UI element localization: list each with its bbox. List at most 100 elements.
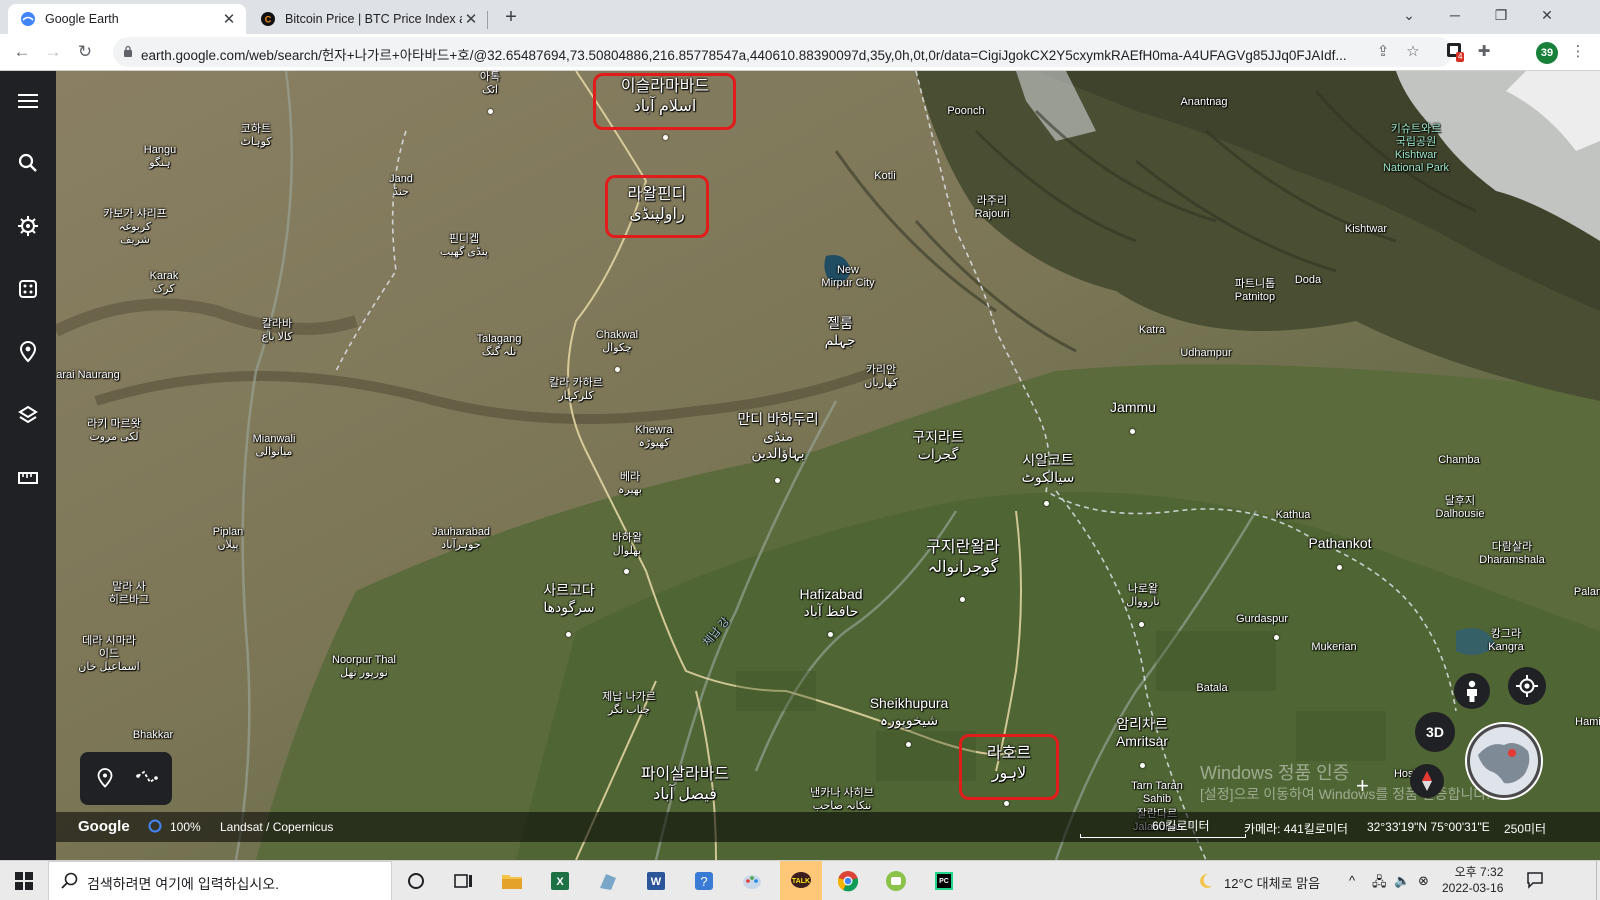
amritsar-city-dot[interactable] bbox=[1140, 763, 1145, 768]
measure-ruler-icon[interactable] bbox=[16, 466, 40, 490]
pycharm-icon[interactable]: PC bbox=[932, 869, 956, 893]
show-desktop-button[interactable] bbox=[1596, 861, 1600, 900]
task-view-icon[interactable] bbox=[452, 869, 476, 893]
extension-badge: 4 bbox=[1456, 52, 1465, 62]
puzzle-extensions-icon[interactable]: ✚ bbox=[1474, 42, 1494, 62]
ime-indicator-icon[interactable]: ⊗ bbox=[1418, 873, 1429, 889]
menu-kebab-icon[interactable]: ⋮ bbox=[1568, 42, 1588, 62]
url-text[interactable]: earth.google.com/web/search/헌자+나가르+아타바드+… bbox=[141, 44, 1351, 64]
file-explorer-icon[interactable] bbox=[500, 869, 524, 893]
map-style-layers-icon[interactable] bbox=[16, 403, 40, 427]
svg-text:TALK: TALK bbox=[792, 878, 810, 885]
satellite-imagery bbox=[56, 71, 1600, 860]
clock-date[interactable]: 2022-03-16 bbox=[1442, 881, 1503, 895]
profile-avatar[interactable]: 39 bbox=[1536, 42, 1558, 64]
tab-google-earth[interactable]: Google Earth ✕ bbox=[8, 4, 246, 34]
windows-activation-hint: [설정]으로 이동하여 Windows를 정품 인증합니다. bbox=[1200, 786, 1491, 802]
add-placemark-icon[interactable] bbox=[96, 768, 114, 793]
loading-percent: 100% bbox=[170, 820, 201, 834]
tab-separator bbox=[487, 11, 488, 29]
zoom-in-plus-icon[interactable]: + bbox=[1356, 773, 1369, 799]
restore-button[interactable]: ❐ bbox=[1478, 0, 1524, 30]
svg-text:PC: PC bbox=[939, 878, 949, 885]
chrome-icon[interactable] bbox=[836, 869, 860, 893]
satellite-map-view[interactable]: 이슬라마바드 اسلام آباد 라왈핀디 راولپنڈی 라호르 لاہور 구… bbox=[56, 71, 1600, 860]
sheikhupura-city-dot[interactable] bbox=[906, 742, 911, 747]
globe-overview-minimap[interactable] bbox=[1465, 722, 1543, 800]
drawing-tools-panel bbox=[80, 752, 172, 805]
narowal-city-dot[interactable] bbox=[1139, 622, 1144, 627]
tab-title: Google Earth bbox=[45, 12, 119, 26]
compass-north-icon[interactable] bbox=[1410, 764, 1444, 798]
close-tab-icon[interactable]: ✕ bbox=[462, 10, 480, 28]
kakaotalk-icon[interactable]: TALK bbox=[780, 861, 822, 900]
windows-start-icon[interactable] bbox=[12, 869, 36, 893]
bookmark-star-icon[interactable]: ☆ bbox=[1404, 43, 1422, 61]
hamburger-menu-icon[interactable] bbox=[16, 89, 40, 113]
attock-city-dot[interactable] bbox=[488, 109, 493, 114]
word-icon[interactable]: W bbox=[644, 869, 668, 893]
browser-toolbar: ← → ↻ earth.google.com/web/search/헌자+나가르… bbox=[0, 34, 1600, 71]
cortana-circle-icon[interactable] bbox=[404, 869, 428, 893]
scale-label: 60킬로미터 bbox=[1152, 819, 1210, 833]
mandi-city-dot[interactable] bbox=[775, 478, 780, 483]
close-tab-icon[interactable]: ✕ bbox=[220, 10, 238, 28]
tray-chevron-up-icon[interactable]: ^ bbox=[1349, 873, 1355, 888]
lahore-city-dot[interactable] bbox=[1004, 801, 1009, 806]
kallar-kahar-city-dot[interactable] bbox=[615, 367, 620, 372]
paint-icon[interactable] bbox=[740, 869, 764, 893]
imagery-attribution[interactable]: Landsat / Copernicus bbox=[220, 820, 333, 834]
terrain-elevation: 250미터 bbox=[1504, 822, 1547, 836]
toggle-3d-button[interactable]: 3D bbox=[1415, 712, 1455, 752]
back-arrow-icon[interactable]: ← bbox=[10, 40, 34, 64]
new-tab-button[interactable]: + bbox=[499, 6, 523, 29]
sialkot-city-dot[interactable] bbox=[1044, 501, 1049, 506]
windows-activation-watermark: Windows 정품 인증 bbox=[1200, 763, 1350, 783]
svg-text:X: X bbox=[556, 876, 564, 888]
tab-search-chevron-icon[interactable]: ⌄ bbox=[1386, 0, 1432, 30]
notification-center-icon[interactable] bbox=[1526, 871, 1544, 892]
gurdaspur-city-dot[interactable] bbox=[1274, 635, 1279, 640]
my-location-icon[interactable] bbox=[1508, 667, 1546, 705]
lahore-highlight-box bbox=[959, 734, 1059, 800]
forward-arrow-icon[interactable]: → bbox=[41, 40, 65, 64]
taskbar-search-box[interactable]: 검색하려면 여기에 입력하십시오. bbox=[48, 861, 392, 900]
volume-icon[interactable]: 🔈 bbox=[1394, 873, 1410, 889]
excel-icon[interactable]: X bbox=[548, 869, 572, 893]
voyager-wheel-icon[interactable] bbox=[16, 214, 40, 238]
clock-time[interactable]: 오후 7:32 bbox=[1448, 863, 1510, 880]
scale-bar[interactable] bbox=[1080, 834, 1246, 838]
camera-altitude: 카메라: 441킬로미터 bbox=[1244, 822, 1348, 836]
svg-text:W: W bbox=[651, 876, 662, 888]
hafizabad-city-dot[interactable] bbox=[828, 632, 833, 637]
jammu-city-dot[interactable] bbox=[1130, 429, 1135, 434]
pathankot-city-dot[interactable] bbox=[1337, 565, 1342, 570]
green-app-icon[interactable] bbox=[884, 869, 908, 893]
close-window-button[interactable]: ✕ bbox=[1524, 0, 1570, 30]
sargodha-city-dot[interactable] bbox=[566, 632, 571, 637]
svg-text:C: C bbox=[265, 15, 272, 25]
bhalwal-city-dot[interactable] bbox=[624, 569, 629, 574]
islamabad-city-dot[interactable] bbox=[663, 135, 668, 140]
svg-text:?: ? bbox=[700, 874, 707, 889]
reload-icon[interactable]: ↻ bbox=[73, 40, 97, 64]
weather-text[interactable]: 12°C 대체로 맑음 bbox=[1224, 873, 1320, 892]
minimize-button[interactable]: ─ bbox=[1432, 0, 1478, 30]
google-logo: Google bbox=[78, 818, 130, 835]
islamabad-highlight-box bbox=[593, 73, 736, 130]
tab-title: Bitcoin Price | BTC Price Index a bbox=[285, 12, 462, 26]
weather-moon-icon[interactable] bbox=[1193, 869, 1217, 893]
feeling-lucky-dice-icon[interactable] bbox=[16, 277, 40, 301]
street-view-pegman-icon[interactable] bbox=[1454, 673, 1490, 709]
share-icon[interactable]: ⇪ bbox=[1374, 43, 1392, 61]
search-icon[interactable] bbox=[16, 151, 40, 175]
app-blue-icon[interactable] bbox=[596, 869, 620, 893]
gujranwala-city-dot[interactable] bbox=[960, 597, 965, 602]
draw-path-icon[interactable] bbox=[136, 770, 158, 791]
projects-pin-icon[interactable] bbox=[16, 340, 40, 364]
help-app-icon[interactable]: ? bbox=[692, 869, 716, 893]
address-bar[interactable]: earth.google.com/web/search/헌자+나가르+아타바드+… bbox=[113, 37, 1453, 67]
lock-icon[interactable] bbox=[123, 45, 133, 57]
network-icon[interactable]: 🖧 bbox=[1372, 873, 1387, 895]
tab-bitcoin-price[interactable]: C Bitcoin Price | BTC Price Index a ✕ bbox=[248, 4, 488, 34]
